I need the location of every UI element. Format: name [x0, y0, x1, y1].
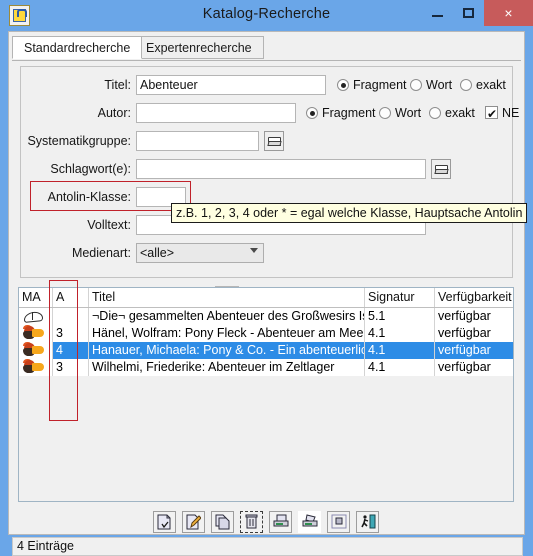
table-row[interactable]: ¬Die¬ gesammelten Abenteuer des Großwesi…: [19, 308, 513, 325]
results-table[interactable]: MA A Titel Signatur Verfügbarkeit ¬Die¬ …: [18, 287, 514, 502]
medienart-select[interactable]: <alle>: [136, 243, 264, 263]
systematikgruppe-label: Systematikgruppe:: [27, 134, 131, 148]
schlagwort-browse-button[interactable]: [431, 159, 451, 179]
radio-dot: [460, 79, 472, 91]
delete-record-button[interactable]: [240, 510, 263, 533]
row-title-cell: Wilhelmi, Friederike: Abenteuer im Zeltl…: [89, 359, 365, 376]
row-title-cell: ¬Die¬ gesammelten Abenteuer des Großwesi…: [89, 308, 365, 325]
row-media-icon-cell: [19, 359, 53, 376]
minimize-button[interactable]: [422, 0, 453, 26]
titel-mode-fragment-label: Fragment: [353, 78, 407, 92]
titel-mode-exakt[interactable]: exakt: [460, 75, 506, 95]
tab-standardrecherche[interactable]: Standardrecherche: [12, 36, 143, 59]
row-verfuegbarkeit-cell: verfügbar: [435, 359, 513, 376]
checkbox-box: [485, 104, 498, 124]
select-frame-button[interactable]: [327, 510, 350, 533]
ne-checkbox[interactable]: NE: [485, 103, 520, 124]
new-record-button[interactable]: [153, 510, 176, 533]
ne-label: NE: [502, 106, 520, 120]
window-controls: ×: [422, 0, 533, 26]
copy-record-button[interactable]: [211, 510, 234, 533]
autor-mode-wort-label: Wort: [395, 106, 422, 120]
column-header-titel[interactable]: Titel: [89, 288, 365, 307]
radio-dot: [379, 107, 391, 119]
medienart-label: Medienart:: [71, 246, 131, 260]
row-antolin-cell: [53, 308, 89, 325]
autor-mode-exakt-label: exakt: [445, 106, 475, 120]
row-signatur-cell: 4.1: [365, 342, 435, 359]
table-empty-area: [19, 376, 513, 501]
radio-dot: [306, 107, 318, 119]
print-preview-button[interactable]: [298, 510, 321, 533]
titel-input[interactable]: [136, 75, 326, 95]
row-signatur-cell: 4.1: [365, 325, 435, 342]
search-panel: Titel: Fragment Wort exakt Autor: Fragme…: [20, 66, 528, 278]
row-verfuegbarkeit-cell: verfügbar: [435, 342, 513, 359]
row-verfuegbarkeit-cell: verfügbar: [435, 325, 513, 342]
antolin-klasse-label: Antolin-Klasse:: [47, 190, 131, 204]
column-header-a[interactable]: A: [53, 288, 89, 307]
row-title-cell: Hanauer, Michaela: Pony & Co. - Ein aben…: [89, 342, 365, 359]
close-button[interactable]: ×: [484, 0, 533, 26]
titel-mode-wort-label: Wort: [426, 78, 453, 92]
row-signatur-cell: 4.1: [365, 359, 435, 376]
row-antolin-cell: 3: [53, 325, 89, 342]
autor-input[interactable]: [136, 103, 296, 123]
maximize-button[interactable]: [453, 0, 484, 26]
book-icon: [22, 308, 44, 323]
titel-label: Titel:: [104, 78, 131, 92]
schlagwort-input[interactable]: [136, 159, 426, 179]
row-antolin-cell: 3: [53, 359, 89, 376]
edit-record-button[interactable]: [182, 510, 205, 533]
radio-dot: [429, 107, 441, 119]
autor-label: Autor:: [97, 106, 131, 120]
column-header-verfuegbarkeit[interactable]: Verfügbarkeit: [435, 288, 513, 307]
autor-mode-fragment-label: Fragment: [322, 106, 376, 120]
record-toolbar: [18, 508, 514, 535]
row-media-icon-cell: [19, 325, 53, 342]
row-media-icon-cell: [19, 342, 53, 359]
row-signatur-cell: 5.1: [365, 308, 435, 325]
titel-mode-exakt-label: exakt: [476, 78, 506, 92]
volltext-label: Volltext:: [87, 218, 131, 232]
medienart-value: <alle>: [140, 246, 175, 260]
autor-mode-fragment[interactable]: Fragment: [306, 103, 376, 123]
column-header-ma[interactable]: MA: [19, 288, 53, 307]
radio-dot: [337, 79, 349, 91]
autor-mode-exakt[interactable]: exakt: [429, 103, 475, 123]
row-title-cell: Hänel, Wolfram: Pony Fleck - Abenteuer a…: [89, 325, 365, 342]
raven-icon: [22, 342, 46, 357]
systematikgruppe-browse-button[interactable]: [264, 131, 284, 151]
autor-mode-wort[interactable]: Wort: [379, 103, 421, 123]
titel-mode-fragment[interactable]: Fragment: [337, 75, 407, 95]
print-toolbar-button[interactable]: [269, 510, 292, 533]
row-antolin-cell: 4: [53, 342, 89, 359]
status-bar: 4 Einträge: [12, 537, 523, 556]
titel-mode-wort[interactable]: Wort: [410, 75, 452, 95]
raven-icon: [22, 359, 46, 374]
row-verfuegbarkeit-cell: verfügbar: [435, 308, 513, 325]
table-row[interactable]: 3 Hänel, Wolfram: Pony Fleck - Abenteuer…: [19, 325, 513, 342]
raven-icon: [22, 325, 46, 340]
app-window: Katalog-Recherche × Standardrecherche Ex…: [0, 0, 533, 556]
title-bar: Katalog-Recherche ×: [0, 0, 533, 31]
tab-expertenrecherche[interactable]: Expertenrecherche: [134, 36, 264, 59]
folder-icon: [267, 136, 281, 146]
folder-icon: [434, 164, 448, 174]
antolin-klasse-tooltip: z.B. 1, 2, 3, 4 oder * = egal welche Kla…: [171, 203, 528, 223]
exit-button[interactable]: [356, 510, 379, 533]
table-row[interactable]: 3 Wilhelmi, Friederike: Abenteuer im Zel…: [19, 359, 513, 376]
row-media-icon-cell: [19, 308, 53, 325]
table-row-selected[interactable]: 4 Hanauer, Michaela: Pony & Co. - Ein ab…: [19, 342, 513, 359]
chevron-down-icon: [250, 248, 258, 253]
column-header-signatur[interactable]: Signatur: [365, 288, 435, 307]
radio-dot: [410, 79, 422, 91]
schlagwort-label: Schlagwort(e):: [50, 162, 131, 176]
table-header-row: MA A Titel Signatur Verfügbarkeit: [19, 288, 513, 308]
tab-strip: Standardrecherche Expertenrecherche: [12, 36, 521, 61]
client-area: Standardrecherche Expertenrecherche Tite…: [8, 31, 528, 556]
systematikgruppe-input[interactable]: [136, 131, 259, 151]
